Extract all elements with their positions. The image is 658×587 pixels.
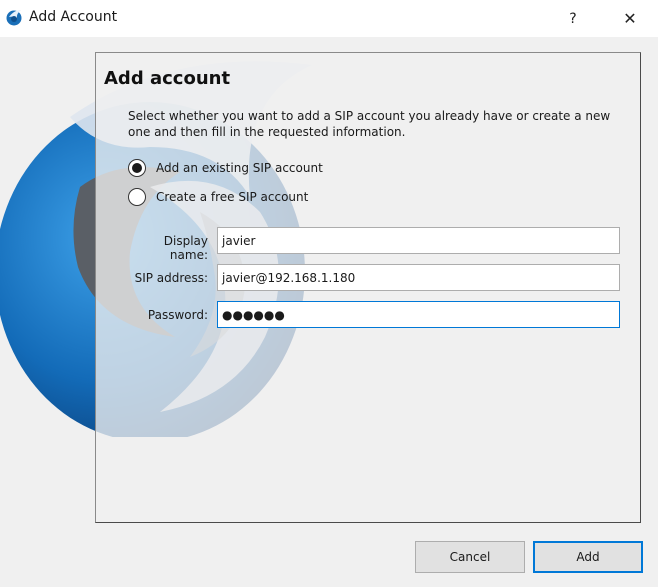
radio-existing-account[interactable]: Add an existing SIP account xyxy=(128,159,323,177)
cancel-button-label: Cancel xyxy=(449,550,491,564)
password-masked-value: ●●●●●● xyxy=(222,307,285,322)
close-button[interactable]: ✕ xyxy=(607,0,653,37)
help-button[interactable]: ? xyxy=(550,0,596,37)
help-icon: ? xyxy=(569,10,577,27)
radio-button-selected[interactable] xyxy=(128,159,146,177)
sip-address-label: SIP address: xyxy=(134,271,208,285)
password-field[interactable]: ●●●●●● xyxy=(217,301,620,328)
display-name-value: javier xyxy=(222,233,256,248)
radio-create-account[interactable]: Create a free SIP account xyxy=(128,188,308,206)
radio-button[interactable] xyxy=(128,188,146,206)
display-name-label: Display name: xyxy=(163,234,208,262)
add-button[interactable]: Add xyxy=(533,541,643,573)
title-bar: Add Account ? ✕ xyxy=(0,0,658,37)
radio-label: Add an existing SIP account xyxy=(156,161,323,175)
add-button-label: Add xyxy=(576,550,600,564)
display-name-field[interactable]: javier xyxy=(217,227,620,254)
close-icon: ✕ xyxy=(623,9,637,28)
sip-address-field[interactable]: javier@192.168.1.180 xyxy=(217,264,620,291)
panel-description: Select whether you want to add a SIP acc… xyxy=(128,109,611,139)
cancel-button[interactable]: Cancel xyxy=(415,541,525,573)
panel-title: Add account xyxy=(104,68,231,89)
window-title: Add Account xyxy=(29,9,118,25)
password-label: Password: xyxy=(147,308,208,322)
radio-label: Create a free SIP account xyxy=(156,190,309,204)
app-logo-icon xyxy=(6,10,22,26)
sip-address-value: javier@192.168.1.180 xyxy=(222,270,356,285)
